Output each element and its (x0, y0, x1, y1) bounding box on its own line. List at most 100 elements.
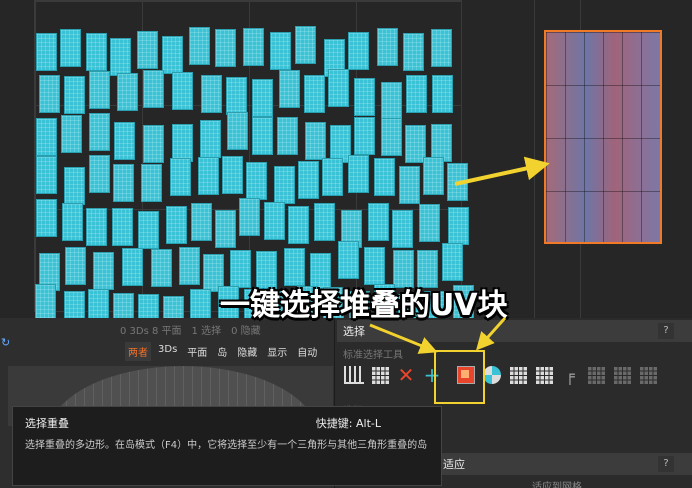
select-grid-tool-a[interactable] (507, 364, 529, 386)
view-3ds-button[interactable]: 3Ds (155, 342, 180, 361)
uv-island[interactable] (354, 78, 375, 116)
uv-island[interactable] (170, 158, 191, 196)
uv-island[interactable] (227, 112, 248, 150)
uv-island[interactable] (448, 207, 469, 245)
select-help-button[interactable]: ? (658, 323, 674, 339)
uv-island[interactable] (304, 75, 325, 113)
uv-island[interactable] (270, 32, 291, 70)
uv-island[interactable] (338, 241, 359, 279)
fit-to-grid-button[interactable]: 适应到网格 (457, 478, 657, 488)
uv-island[interactable] (305, 122, 326, 160)
select-grid-tool-b[interactable] (533, 364, 555, 386)
uv-island[interactable] (215, 29, 236, 67)
selected-stacked-island[interactable] (544, 30, 662, 244)
uv-island[interactable] (110, 38, 131, 76)
uv-island[interactable] (86, 208, 107, 246)
uv-island[interactable] (201, 75, 222, 113)
uv-island[interactable] (36, 33, 57, 71)
uv-island[interactable] (264, 202, 285, 240)
uv-island[interactable] (179, 247, 200, 285)
uv-island[interactable] (89, 155, 110, 193)
uv-island[interactable] (61, 115, 82, 153)
uv-island[interactable] (423, 157, 444, 195)
uv-island[interactable] (137, 31, 158, 69)
uv-island[interactable] (93, 252, 114, 290)
uv-island[interactable] (138, 294, 159, 318)
uv-island[interactable] (406, 75, 427, 113)
uv-island[interactable] (35, 284, 56, 318)
uv-island[interactable] (89, 113, 110, 151)
view-hide-button[interactable]: 隐藏 (234, 342, 260, 361)
uv-island[interactable] (295, 26, 316, 64)
uv-island[interactable] (172, 72, 193, 110)
uv-island[interactable] (447, 163, 468, 201)
uv-island[interactable] (246, 162, 267, 200)
fit-help-button[interactable]: ? (658, 456, 674, 472)
uv-island[interactable] (368, 203, 389, 241)
uv-island[interactable] (143, 125, 164, 163)
select-grid-tool-e[interactable] (637, 364, 659, 386)
uv-viewport[interactable] (0, 0, 692, 318)
uv-island[interactable] (190, 289, 211, 318)
uv-island[interactable] (89, 71, 110, 109)
uv-island[interactable] (348, 155, 369, 193)
uv-island[interactable] (151, 249, 172, 287)
select-all-tool[interactable] (369, 364, 391, 386)
uv-island[interactable] (166, 206, 187, 244)
uv-island[interactable] (191, 203, 212, 241)
uv-island[interactable] (36, 118, 57, 156)
uv-island[interactable] (226, 77, 247, 115)
uv-island[interactable] (277, 117, 298, 155)
uv-island[interactable] (122, 248, 143, 286)
uv-island[interactable] (239, 198, 260, 236)
select-grid-tool-d[interactable] (611, 364, 633, 386)
uv-island[interactable] (374, 158, 395, 196)
uv-island[interactable] (172, 124, 193, 162)
uv-island[interactable] (64, 167, 85, 205)
select-grid-tool-c[interactable] (585, 364, 607, 386)
uv-island[interactable] (399, 166, 420, 204)
uv-island[interactable] (117, 73, 138, 111)
uv-island[interactable] (252, 117, 273, 155)
uv-island[interactable] (298, 161, 319, 199)
uv-island[interactable] (381, 82, 402, 120)
uv-island[interactable] (138, 211, 159, 249)
uv-island[interactable] (392, 210, 413, 248)
view-show-button[interactable]: 显示 (264, 342, 290, 361)
uv-island[interactable] (64, 291, 85, 318)
uv-island[interactable] (431, 29, 452, 67)
uv-island[interactable] (403, 33, 424, 71)
uv-island[interactable] (163, 296, 184, 318)
uv-island[interactable] (113, 164, 134, 202)
uv-island[interactable] (39, 75, 60, 113)
uv-island[interactable] (60, 29, 81, 67)
uv-island[interactable] (36, 199, 57, 237)
uv-island[interactable] (419, 204, 440, 242)
uv-island[interactable] (243, 28, 264, 66)
refresh-icon[interactable]: ↻ (1, 336, 13, 350)
select-t-tool[interactable]: ╒ (559, 364, 581, 386)
uv-island[interactable] (200, 120, 221, 158)
uv-island[interactable] (88, 289, 109, 318)
uv-island[interactable] (252, 79, 273, 117)
view-auto-button[interactable]: 自动 (294, 342, 320, 361)
uv-island[interactable] (64, 76, 85, 114)
uv-island[interactable] (314, 203, 335, 241)
uv-island[interactable] (62, 203, 83, 241)
uv-island[interactable] (141, 164, 162, 202)
view-both-button[interactable]: 两者 (125, 342, 151, 361)
uv-island[interactable] (36, 156, 57, 194)
uv-island[interactable] (442, 243, 463, 281)
uv-island[interactable] (86, 33, 107, 71)
uv-island[interactable] (354, 117, 375, 155)
uv-island[interactable] (113, 293, 134, 318)
uv-island[interactable] (198, 157, 219, 195)
uv-island[interactable] (432, 75, 453, 113)
uv-island[interactable] (288, 206, 309, 244)
uv-island[interactable] (215, 210, 236, 248)
uv-island[interactable] (189, 27, 210, 65)
uv-island[interactable] (348, 32, 369, 70)
uv-island[interactable] (112, 208, 133, 246)
uv-island[interactable] (328, 69, 349, 107)
uv-island[interactable] (65, 247, 86, 285)
